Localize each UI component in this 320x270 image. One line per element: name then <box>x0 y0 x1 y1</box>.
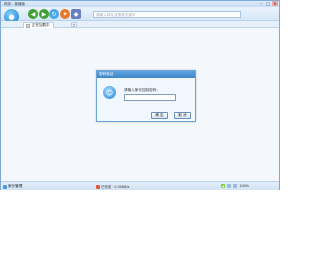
status-bar: 家长管理 已完成 · 0.00KB/s ▲ 100% <box>1 181 279 190</box>
status-tools: ▲ 100% <box>221 184 249 188</box>
status-message: 已完成 · 0.00KB/s <box>101 185 130 189</box>
dialog-prompt: 请输入家长控制密码： <box>124 88 160 92</box>
password-field[interactable] <box>124 94 176 101</box>
refresh-button[interactable]: ↻ <box>49 9 59 19</box>
fire-button[interactable]: ✦ <box>60 9 70 19</box>
close-tab-icon[interactable]: × <box>26 24 30 28</box>
mascot-icon: ☺ <box>103 86 116 99</box>
status-icon <box>96 184 100 189</box>
maximize-button[interactable]: □ <box>265 1 271 6</box>
minimize-button[interactable]: – <box>258 1 264 6</box>
tab-loading[interactable]: × 正在加载中 <box>23 22 54 28</box>
dialog-title: 密码验证 <box>97 71 195 78</box>
speed-icon[interactable]: ▲ <box>221 184 226 188</box>
parental-label: 家长管理 <box>8 184 23 188</box>
tab-label: 正在加载中 <box>32 23 50 27</box>
forward-button[interactable]: ▶ <box>39 9 49 19</box>
shield-button[interactable]: ◆ <box>71 9 81 19</box>
back-button[interactable]: ◀ <box>28 9 38 19</box>
search-box <box>93 11 241 18</box>
add-tab-icon[interactable]: + <box>71 22 77 27</box>
parental-icon <box>3 184 7 189</box>
toolbar: ● ◀ ▶ ↻ ✦ ◆ <box>1 7 279 24</box>
tab-strip: × 正在加载中 + <box>1 21 279 28</box>
parental-control-link[interactable]: 家长管理 <box>3 184 22 189</box>
search-input[interactable] <box>94 12 240 18</box>
download-icon[interactable] <box>233 184 238 188</box>
ok-button[interactable]: 确 定 <box>151 112 168 119</box>
browser-window: 网页 - 极速版 – □ × ● ◀ ▶ ↻ ✦ ◆ × 正在加载中 + 密码验… <box>0 0 280 190</box>
tool-icon[interactable] <box>227 184 232 188</box>
password-dialog: 密码验证 ☺ 请输入家长控制密码： 确 定 取 消 <box>96 70 196 122</box>
cancel-button[interactable]: 取 消 <box>174 112 191 119</box>
zoom-level[interactable]: 100% <box>239 184 249 188</box>
window-controls: – □ × <box>258 1 278 6</box>
status-text: 已完成 · 0.00KB/s <box>96 184 129 189</box>
close-button[interactable]: × <box>272 1 278 6</box>
